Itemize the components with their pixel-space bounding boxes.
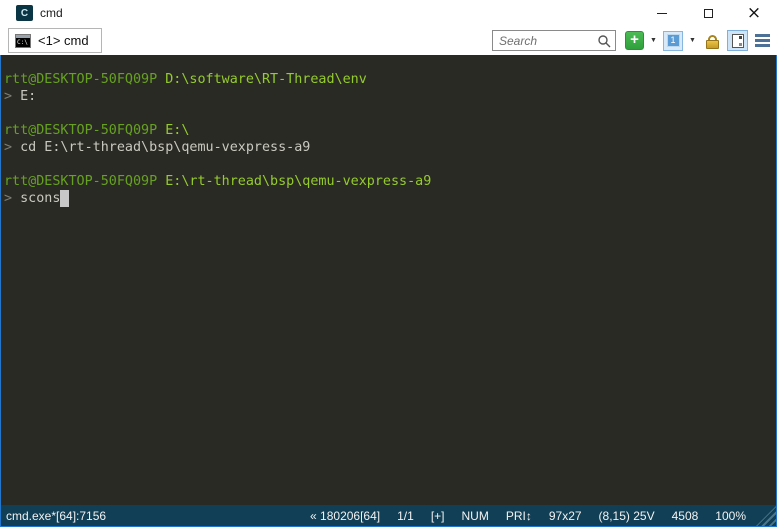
search-input[interactable] xyxy=(499,34,597,48)
hamburger-icon xyxy=(755,34,770,37)
search-box[interactable] xyxy=(492,30,616,51)
cmd-console-icon: C:\ xyxy=(15,34,31,48)
search-icon xyxy=(597,34,611,48)
close-icon: × xyxy=(747,5,761,22)
window-number-icon: 1 xyxy=(667,34,680,47)
maximize-icon xyxy=(704,9,713,18)
tab-bar: C:\ <1> cmd + ▼ 1 ▼ xyxy=(0,26,777,55)
minimize-button[interactable] xyxy=(639,0,685,26)
close-button[interactable]: × xyxy=(731,0,777,26)
status-item[interactable]: 1/1 xyxy=(397,509,414,523)
new-console-button[interactable]: + xyxy=(625,31,644,50)
terminal-line: > scons xyxy=(4,190,776,207)
menu-button[interactable] xyxy=(753,31,771,51)
status-bar: cmd.exe*[64]:7156 « 180206[64] 1/1 [+] NUM P… xyxy=(0,505,777,527)
status-item[interactable]: 97x27 xyxy=(549,509,582,523)
status-item[interactable]: 100% xyxy=(715,509,746,523)
status-process[interactable]: cmd.exe*[64]:7156 xyxy=(6,509,106,523)
conemu-app-icon: C xyxy=(16,5,33,21)
status-items: « 180206[64] 1/1 [+] NUM PRI↕ 97x27 (8,15) 25V… xyxy=(293,509,746,523)
window-dropdown-icon[interactable]: ▼ xyxy=(688,37,697,44)
terminal-line: rtt@DESKTOP-50FQ09P D:\software\RT-Threa… xyxy=(4,71,776,88)
status-item[interactable]: 4508 xyxy=(672,509,699,523)
view-toggle-button[interactable] xyxy=(727,30,748,51)
panel-icon xyxy=(732,34,744,48)
terminal-line: > E: xyxy=(4,88,776,105)
window-controls: × xyxy=(639,0,777,26)
terminal-line xyxy=(4,105,776,122)
terminal-output: rtt@DESKTOP-50FQ09P D:\software\RT-Threa… xyxy=(4,71,776,207)
titlebar: C cmd × xyxy=(0,0,777,26)
terminal-line: > cd E:\rt-thread\bsp\qemu-vexpress-a9 xyxy=(4,139,776,156)
maximize-button[interactable] xyxy=(685,0,731,26)
window-title: cmd xyxy=(40,6,63,20)
terminal-area[interactable]: rtt@DESKTOP-50FQ09P D:\software\RT-Threa… xyxy=(0,55,777,505)
text-cursor xyxy=(60,190,68,207)
status-item[interactable]: PRI↕ xyxy=(506,509,532,523)
conemu-window: C cmd × C:\ <1> cmd xyxy=(0,0,777,527)
tab-cmd[interactable]: C:\ <1> cmd xyxy=(8,28,102,53)
status-item[interactable]: NUM xyxy=(462,509,489,523)
status-item[interactable]: [+] xyxy=(431,509,445,523)
lock-button[interactable] xyxy=(702,31,722,51)
status-item[interactable]: (8,15) 25V xyxy=(599,509,655,523)
terminal-line xyxy=(4,156,776,173)
new-console-dropdown-icon[interactable]: ▼ xyxy=(649,37,658,44)
resize-grip-icon[interactable] xyxy=(756,506,776,526)
tab-label: <1> cmd xyxy=(38,33,89,48)
terminal-line: rtt@DESKTOP-50FQ09P E:\rt-thread\bsp\qem… xyxy=(4,173,776,190)
tab-toolbar: + ▼ 1 ▼ xyxy=(492,30,771,51)
terminal-line: rtt@DESKTOP-50FQ09P E:\ xyxy=(4,122,776,139)
minimize-icon xyxy=(657,13,667,14)
status-item[interactable]: « 180206[64] xyxy=(310,509,380,523)
window-number-button[interactable]: 1 xyxy=(663,31,683,51)
